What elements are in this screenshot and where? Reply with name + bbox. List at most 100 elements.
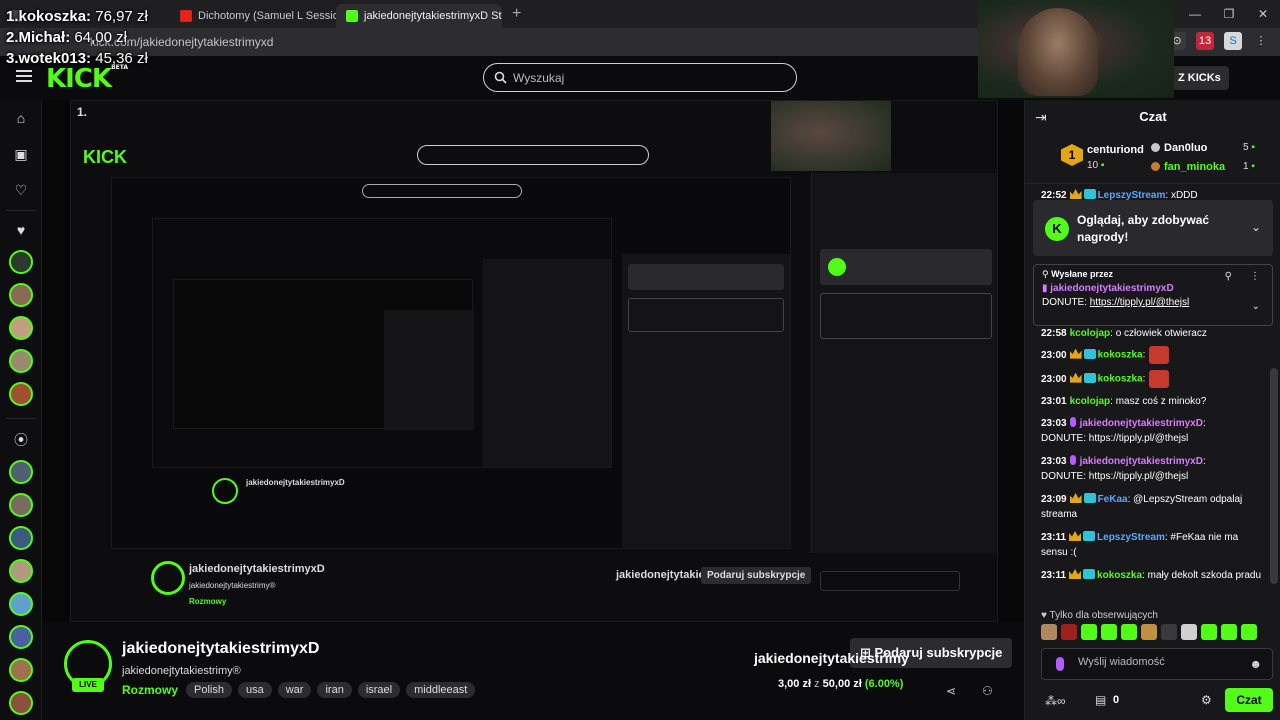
video-search-box xyxy=(417,145,649,165)
gift-count: 0 xyxy=(1113,694,1120,706)
search-box[interactable]: Wyszukaj xyxy=(483,63,797,92)
chat-input[interactable] xyxy=(1078,656,1238,668)
extension-icon[interactable]: S xyxy=(1224,32,1242,50)
video-pinned xyxy=(820,293,992,339)
recommended-channel-avatar[interactable] xyxy=(9,493,33,517)
browser-tab-active[interactable]: jakiedonejtytakiestrimyxD Stre ✕ xyxy=(336,4,502,28)
stream-video[interactable]: 1. KICK jakiedonejtytakiestrimyxD jakied… xyxy=(42,100,1024,622)
browser-tab[interactable]: Dichotomy (Samuel L Session M ✕ xyxy=(170,4,336,28)
sub-goal-name: jakiedonejtytakiestrimy xyxy=(754,650,909,666)
leader-second-value: 5 ▪ xyxy=(1243,142,1255,153)
tag-chip[interactable]: iran xyxy=(317,682,352,698)
leader-second-name[interactable]: Dan0luo xyxy=(1151,142,1207,154)
emote-icon[interactable] xyxy=(1081,624,1097,640)
tag-chip[interactable]: israel xyxy=(357,682,401,698)
followed-channel-avatar[interactable] xyxy=(9,382,33,406)
followed-channel-avatar[interactable] xyxy=(9,316,33,340)
recommended-channel-avatar[interactable] xyxy=(9,559,33,583)
pin-icon[interactable]: ⚲ xyxy=(1225,271,1232,282)
recommended-channel-avatar[interactable] xyxy=(9,691,33,715)
left-sidebar: ⌂ ▣ ♡ ♥ ⦿ xyxy=(0,100,42,720)
tag-chip[interactable]: usa xyxy=(237,682,272,698)
third-place-icon xyxy=(1151,162,1160,171)
recommended-channel-avatar[interactable] xyxy=(9,658,33,682)
rewards-promo-banner[interactable]: K Oglądaj, aby zdobywać nagrody! ⌄ xyxy=(1033,200,1273,256)
video-donor-overlay: 1. xyxy=(77,105,88,119)
broadcaster-mic-icon xyxy=(1069,417,1076,427)
pinned-link[interactable]: https://tipply.pl/@thejsl xyxy=(1090,297,1189,308)
expand-pinned-icon[interactable]: ⌄ xyxy=(1252,301,1260,312)
new-tab-icon[interactable]: + xyxy=(502,5,531,23)
gear-icon[interactable]: ⚙ xyxy=(1201,693,1212,707)
tag-chip[interactable]: middleeast xyxy=(406,682,476,698)
video-chat-panel xyxy=(811,173,997,591)
emote-icon[interactable] xyxy=(1141,624,1157,640)
kicks-button[interactable]: Z KICKs xyxy=(1170,66,1229,90)
chat-message: 23:11 LepszyStream: #FeKaa nie ma sensu :… xyxy=(1041,531,1239,558)
emote-icon[interactable] xyxy=(1101,624,1117,640)
pinned-user[interactable]: ▮ jakiedonejtytakiestrimyxD xyxy=(1042,283,1264,294)
search-placeholder: Wyszukaj xyxy=(513,70,565,85)
leader-third-value: 1 ▪ xyxy=(1243,161,1255,172)
chat-message: 23:11 kokoszka: mały dekolt szkoda pradu xyxy=(1041,569,1262,581)
sub-badge-icon xyxy=(1083,372,1096,383)
face-emote-icon xyxy=(1149,346,1170,364)
browse-icon[interactable]: ▣ xyxy=(13,146,29,162)
emote-icon[interactable] xyxy=(1201,624,1217,640)
streamer-face xyxy=(1018,8,1098,96)
chevron-down-icon[interactable]: ⌄ xyxy=(1251,220,1261,234)
emote-icon[interactable] xyxy=(1121,624,1137,640)
emote-icon[interactable] xyxy=(1161,624,1177,640)
follow-user-icon[interactable]: ⚇ xyxy=(982,684,993,698)
menu-dots-icon[interactable]: ⋮ xyxy=(1252,32,1270,50)
channel-points-icon[interactable]: ⁂∞ xyxy=(1045,694,1066,708)
emote-icon[interactable] xyxy=(1241,624,1257,640)
chat-input-box: ☻ xyxy=(1041,648,1273,680)
send-chat-button[interactable]: Czat xyxy=(1225,688,1273,712)
crown-badge-icon xyxy=(1069,493,1082,503)
chat-scrollbar[interactable] xyxy=(1270,368,1278,584)
recommended-channel-avatar[interactable] xyxy=(9,625,33,649)
live-broadcast-icon: ⦿ xyxy=(14,432,28,448)
home-icon[interactable]: ⌂ xyxy=(13,110,29,126)
video-channel-avatar xyxy=(212,478,238,504)
tag-chip[interactable]: war xyxy=(277,682,312,698)
recommended-channel-avatar[interactable] xyxy=(9,526,33,550)
followed-channel-avatar[interactable] xyxy=(9,283,33,307)
category-link[interactable]: Rozmowy xyxy=(122,683,178,697)
more-options-icon[interactable]: ⋮ xyxy=(1250,271,1260,282)
menu-icon[interactable] xyxy=(16,70,32,82)
emote-icon[interactable] xyxy=(1181,624,1197,640)
tag-chip[interactable]: Polish xyxy=(186,682,232,698)
emote-icon[interactable] xyxy=(1041,624,1057,640)
close-window-icon[interactable]: ✕ xyxy=(1246,0,1280,28)
emoji-picker-icon[interactable]: ☻ xyxy=(1249,657,1262,671)
search-icon xyxy=(494,71,507,84)
recommended-channel-avatar[interactable] xyxy=(9,460,33,484)
leader-first-name[interactable]: centuriond xyxy=(1087,144,1144,156)
minimize-icon[interactable]: — xyxy=(1178,0,1212,28)
crown-badge-icon xyxy=(1069,372,1082,383)
followed-channel-avatar[interactable] xyxy=(9,250,33,274)
chat-message: 23:00 kokoszka: xyxy=(1041,370,1263,388)
channel-tags: Rozmowy Polish usa war iran israel middl… xyxy=(122,682,476,698)
video-channel-avatar xyxy=(151,561,185,595)
video-channel-name: jakiedonejtytakiestrimyxD xyxy=(246,478,345,487)
chat-header: ⇥ Czat xyxy=(1025,100,1280,132)
gift-icon[interactable]: ▤ xyxy=(1095,693,1106,707)
channel-name[interactable]: jakiedonejtytakiestrimyxD xyxy=(122,640,319,658)
extension-badge-icon[interactable]: 13 xyxy=(1196,32,1214,50)
emote-icon[interactable] xyxy=(1221,624,1237,640)
leader-third-name[interactable]: fan_minoka xyxy=(1151,161,1225,173)
donor-row: 1.kokoszka: 76,97 zł xyxy=(6,8,148,25)
followed-channel-avatar[interactable] xyxy=(9,349,33,373)
emote-icon[interactable] xyxy=(1061,624,1077,640)
following-icon[interactable]: ♡ xyxy=(13,182,29,198)
tab-title: jakiedonejtytakiestrimyxD Stre xyxy=(364,10,502,22)
maximize-icon[interactable]: ❐ xyxy=(1212,0,1246,28)
recommended-channel-avatar[interactable] xyxy=(9,592,33,616)
chat-panel: ⇥ Czat 1 centuriond 10 ▪ Dan0luo fan_min… xyxy=(1024,100,1280,720)
webcam-overlay xyxy=(978,0,1174,98)
share-icon[interactable]: ⋖ xyxy=(946,684,956,698)
first-place-badge-icon: 1 xyxy=(1061,144,1083,166)
